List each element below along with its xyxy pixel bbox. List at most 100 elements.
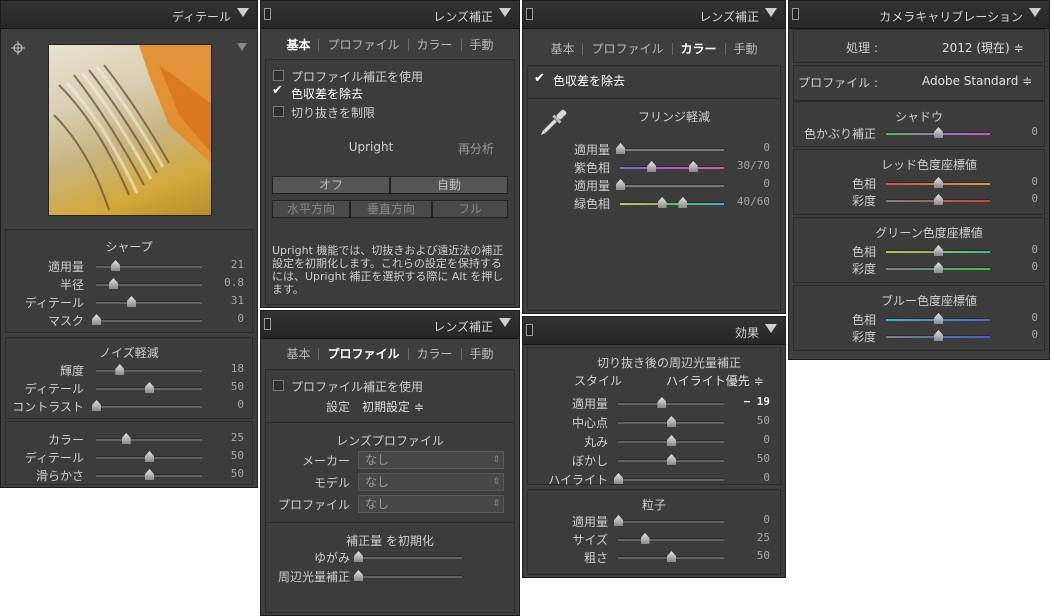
detail-preview-image[interactable] xyxy=(48,44,212,216)
slider-track[interactable] xyxy=(354,551,462,562)
upright-auto-button[interactable]: 自動 xyxy=(390,176,508,194)
slider-track[interactable] xyxy=(96,382,202,393)
collapse-triangle-icon[interactable] xyxy=(1029,8,1041,17)
slider-thumb[interactable] xyxy=(934,177,943,188)
slider-track[interactable] xyxy=(92,314,202,325)
slider-thumb[interactable] xyxy=(354,570,363,581)
upright-full-button[interactable]: フル xyxy=(432,200,508,218)
model-select[interactable]: なし ⇕ xyxy=(358,473,504,491)
slider-track[interactable] xyxy=(618,416,724,427)
slider-thumb[interactable] xyxy=(934,313,943,324)
slider-track[interactable] xyxy=(354,570,462,581)
slider-thumb[interactable] xyxy=(934,194,943,205)
slider-thumb[interactable] xyxy=(616,143,625,154)
slider-track[interactable] xyxy=(92,400,202,411)
tab-color[interactable]: カラー xyxy=(409,348,462,360)
setting-dropdown[interactable]: 初期設定 ≑ xyxy=(362,398,424,415)
tab-color[interactable]: カラー xyxy=(409,39,462,51)
slider-thumb[interactable] xyxy=(614,515,623,526)
crosshair-icon[interactable] xyxy=(11,41,25,55)
slider-thumb[interactable] xyxy=(934,262,943,273)
collapse-triangle-icon[interactable] xyxy=(237,8,249,17)
slider-track[interactable] xyxy=(618,397,724,408)
slider-track[interactable] xyxy=(886,127,990,138)
slider-track[interactable] xyxy=(616,179,724,190)
slider-thumb[interactable] xyxy=(616,179,625,190)
reanalyze-button[interactable]: 再分析 xyxy=(458,140,494,157)
slider-track[interactable] xyxy=(96,260,202,271)
upright-level-button[interactable]: 水平方向 xyxy=(272,200,350,218)
tab-basic[interactable]: 基本 xyxy=(542,43,584,55)
slider-thumb[interactable] xyxy=(640,533,650,544)
style-dropdown[interactable]: ハイライト優先 ≑ xyxy=(666,372,764,389)
slider-thumb[interactable] xyxy=(647,161,657,172)
slider-track[interactable] xyxy=(618,454,724,465)
upright-vertical-button[interactable]: 垂直方向 xyxy=(350,200,432,218)
slider-track[interactable] xyxy=(886,177,990,188)
eyedropper-icon[interactable] xyxy=(538,106,568,140)
profile-select[interactable]: なし ⇕ xyxy=(358,495,504,513)
tab-color[interactable]: カラー xyxy=(673,43,726,55)
tab-profile[interactable]: プロファイル xyxy=(319,39,409,51)
remove-ca-checkmark-icon[interactable]: ✔ xyxy=(534,71,545,86)
collapse-triangle-icon[interactable] xyxy=(499,318,511,327)
slider-track[interactable] xyxy=(886,330,990,341)
slider-track[interactable] xyxy=(96,296,202,307)
slider-thumb[interactable] xyxy=(92,314,101,325)
slider-track[interactable] xyxy=(620,197,724,208)
collapse-triangle-icon[interactable] xyxy=(765,324,777,333)
slider-track[interactable] xyxy=(886,313,990,324)
collapse-triangle-icon[interactable] xyxy=(765,8,777,17)
slider-thumb[interactable] xyxy=(121,433,131,444)
slider-thumb[interactable] xyxy=(115,364,125,375)
slider-thumb[interactable] xyxy=(145,469,154,480)
slider-track[interactable] xyxy=(618,435,724,446)
slider-track[interactable] xyxy=(614,473,724,484)
tab-manual[interactable]: 手動 xyxy=(462,348,502,360)
slider-thumb[interactable] xyxy=(934,245,943,256)
slider-thumb[interactable] xyxy=(354,551,363,562)
upright-off-button[interactable]: オフ xyxy=(272,176,390,194)
panel-toggle-icon[interactable] xyxy=(264,8,271,20)
profile-correction-checkbox[interactable] xyxy=(273,70,284,81)
slider-thumb[interactable] xyxy=(667,435,676,446)
preview-menu-triangle-icon[interactable] xyxy=(237,43,247,51)
remove-ca-checkmark-icon[interactable]: ✔ xyxy=(272,83,283,98)
slider-thumb[interactable] xyxy=(657,397,667,408)
slider-thumb[interactable] xyxy=(678,197,688,208)
slider-thumb[interactable] xyxy=(667,416,676,427)
slider-thumb[interactable] xyxy=(126,296,136,307)
slider-track[interactable] xyxy=(616,143,724,154)
maker-select[interactable]: なし ⇕ xyxy=(358,451,504,469)
lens-color-header[interactable]: レンズ補正 xyxy=(523,1,785,29)
slider-thumb[interactable] xyxy=(92,400,101,411)
panel-toggle-icon[interactable] xyxy=(526,324,533,336)
panel-toggle-icon[interactable] xyxy=(526,8,533,20)
camera-profile-dropdown[interactable]: Adobe Standard ≑ xyxy=(922,74,1032,88)
slider-thumb[interactable] xyxy=(145,451,154,462)
slider-track[interactable] xyxy=(886,194,990,205)
slider-track[interactable] xyxy=(96,451,202,462)
constrain-crop-checkbox[interactable] xyxy=(273,106,284,117)
collapse-triangle-icon[interactable] xyxy=(499,8,511,17)
slider-track[interactable] xyxy=(96,433,202,444)
tab-manual[interactable]: 手動 xyxy=(726,43,766,55)
slider-thumb[interactable] xyxy=(108,278,118,289)
slider-thumb[interactable] xyxy=(614,473,623,484)
tab-profile[interactable]: プロファイル xyxy=(583,43,673,55)
effects-header[interactable]: 効果 xyxy=(523,317,785,345)
panel-toggle-icon[interactable] xyxy=(792,8,799,20)
tab-profile[interactable]: プロファイル xyxy=(319,348,409,360)
slider-thumb[interactable] xyxy=(145,382,154,393)
slider-thumb[interactable] xyxy=(667,551,676,562)
slider-track[interactable] xyxy=(618,551,724,562)
slider-track[interactable] xyxy=(886,262,990,273)
slider-track[interactable] xyxy=(96,469,202,480)
tab-basic[interactable]: 基本 xyxy=(278,348,320,360)
lens-profile-header[interactable]: レンズ補正 xyxy=(261,311,519,339)
detail-header[interactable]: ディテール xyxy=(1,1,257,29)
camera-header[interactable]: カメラキャリブレーション xyxy=(789,1,1049,29)
process-dropdown[interactable]: 2012 (現在) ≑ xyxy=(942,39,1024,56)
slider-thumb[interactable] xyxy=(111,260,121,271)
slider-thumb[interactable] xyxy=(688,161,698,172)
